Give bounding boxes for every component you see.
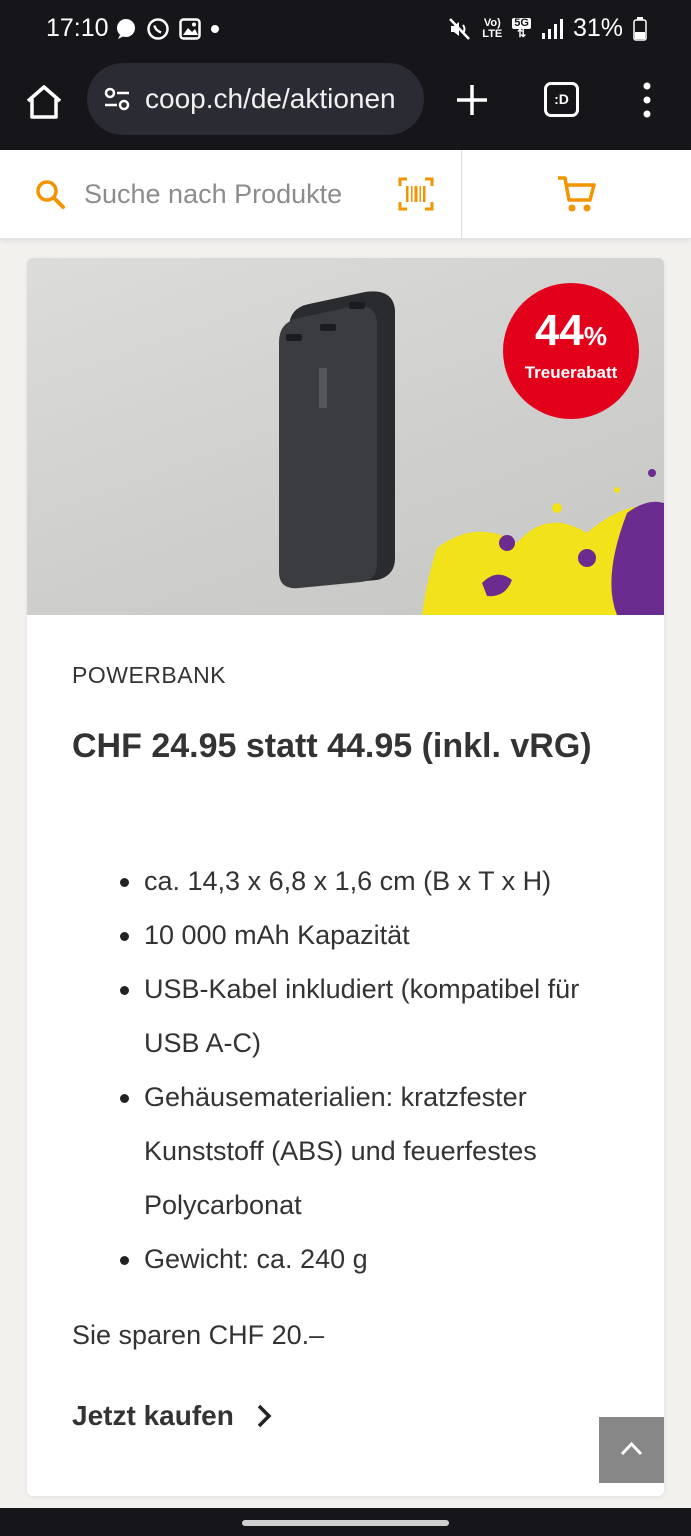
status-time: 17:10 [46,14,109,42]
chevron-up-icon[interactable] [599,1417,664,1483]
feature-item: USB-Kabel inkludiert (kompatibel für USB… [120,962,624,1070]
gesture-handle[interactable] [242,1520,449,1526]
url-text[interactable]: coop.ch/de/aktionen [145,83,396,115]
site-header [0,150,691,239]
product-category: POWERBANK [72,662,227,688]
barcode-scanner-icon[interactable] [398,177,434,211]
dot-icon [211,25,219,33]
product-image[interactable]: 44% Treuerabatt [27,258,664,615]
cart-icon[interactable] [556,174,598,214]
new-tab-icon[interactable] [452,80,492,120]
site-settings-icon[interactable] [101,83,133,115]
chevron-right-icon[interactable] [256,1403,272,1429]
product-card: 44% Treuerabatt POWERBANK CHF 24.95 stat… [27,258,664,1496]
overflow-menu-icon[interactable] [637,80,657,120]
address-bar[interactable]: coop.ch/de/aktionen [87,63,424,135]
feature-item: Gewicht: ca. 240 g [120,1232,624,1286]
scroll-to-top-button[interactable] [599,1417,664,1483]
status-bar: 17:10 Vo) LTE 5G ⇅ 31% [0,0,691,60]
search-icon[interactable] [34,178,66,210]
gallery-icon [179,18,201,40]
home-icon[interactable] [22,80,66,124]
signal-icon [541,18,563,39]
header-divider [461,150,462,239]
feature-list: ca. 14,3 x 6,8 x 1,6 cm (B x T x H) 10 0… [120,854,624,1286]
notification-icons [115,17,220,41]
discount-label: Treuerabatt [524,363,618,382]
savings-text: Sie sparen CHF 20.– [72,1320,325,1350]
product-price: CHF 24.95 statt 44.95 (inkl. vRG) [72,727,592,765]
feature-item: ca. 14,3 x 6,8 x 1,6 cm (B x T x H) [120,854,624,908]
tab-switcher-button[interactable]: :D [544,82,579,117]
discount-value: 44 [534,306,584,355]
volte-indicator: Vo) LTE [482,16,503,40]
discount-unit: % [583,321,608,351]
whatsapp-icon [147,18,169,40]
browser-toolbar: coop.ch/de/aktionen :D [0,60,691,150]
chat-bubble-icon [117,19,135,39]
discount-badge: 44% Treuerabatt [503,283,639,419]
feature-item: 10 000 mAh Kapazität [120,908,624,962]
mute-icon [449,17,471,40]
system-icons: Vo) LTE 5G ⇅ 31% [446,14,647,43]
search-input[interactable] [84,172,374,216]
gesture-bar [0,1508,691,1536]
buy-now-link[interactable]: Jetzt kaufen [72,1400,272,1432]
battery-icon [633,16,647,41]
buy-now-label[interactable]: Jetzt kaufen [72,1400,234,1432]
feature-item: Gehäusematerialien: kratzfester Kunststo… [120,1070,624,1232]
5g-indicator: 5G ⇅ [512,16,531,40]
battery-percent: 31% [572,14,623,42]
